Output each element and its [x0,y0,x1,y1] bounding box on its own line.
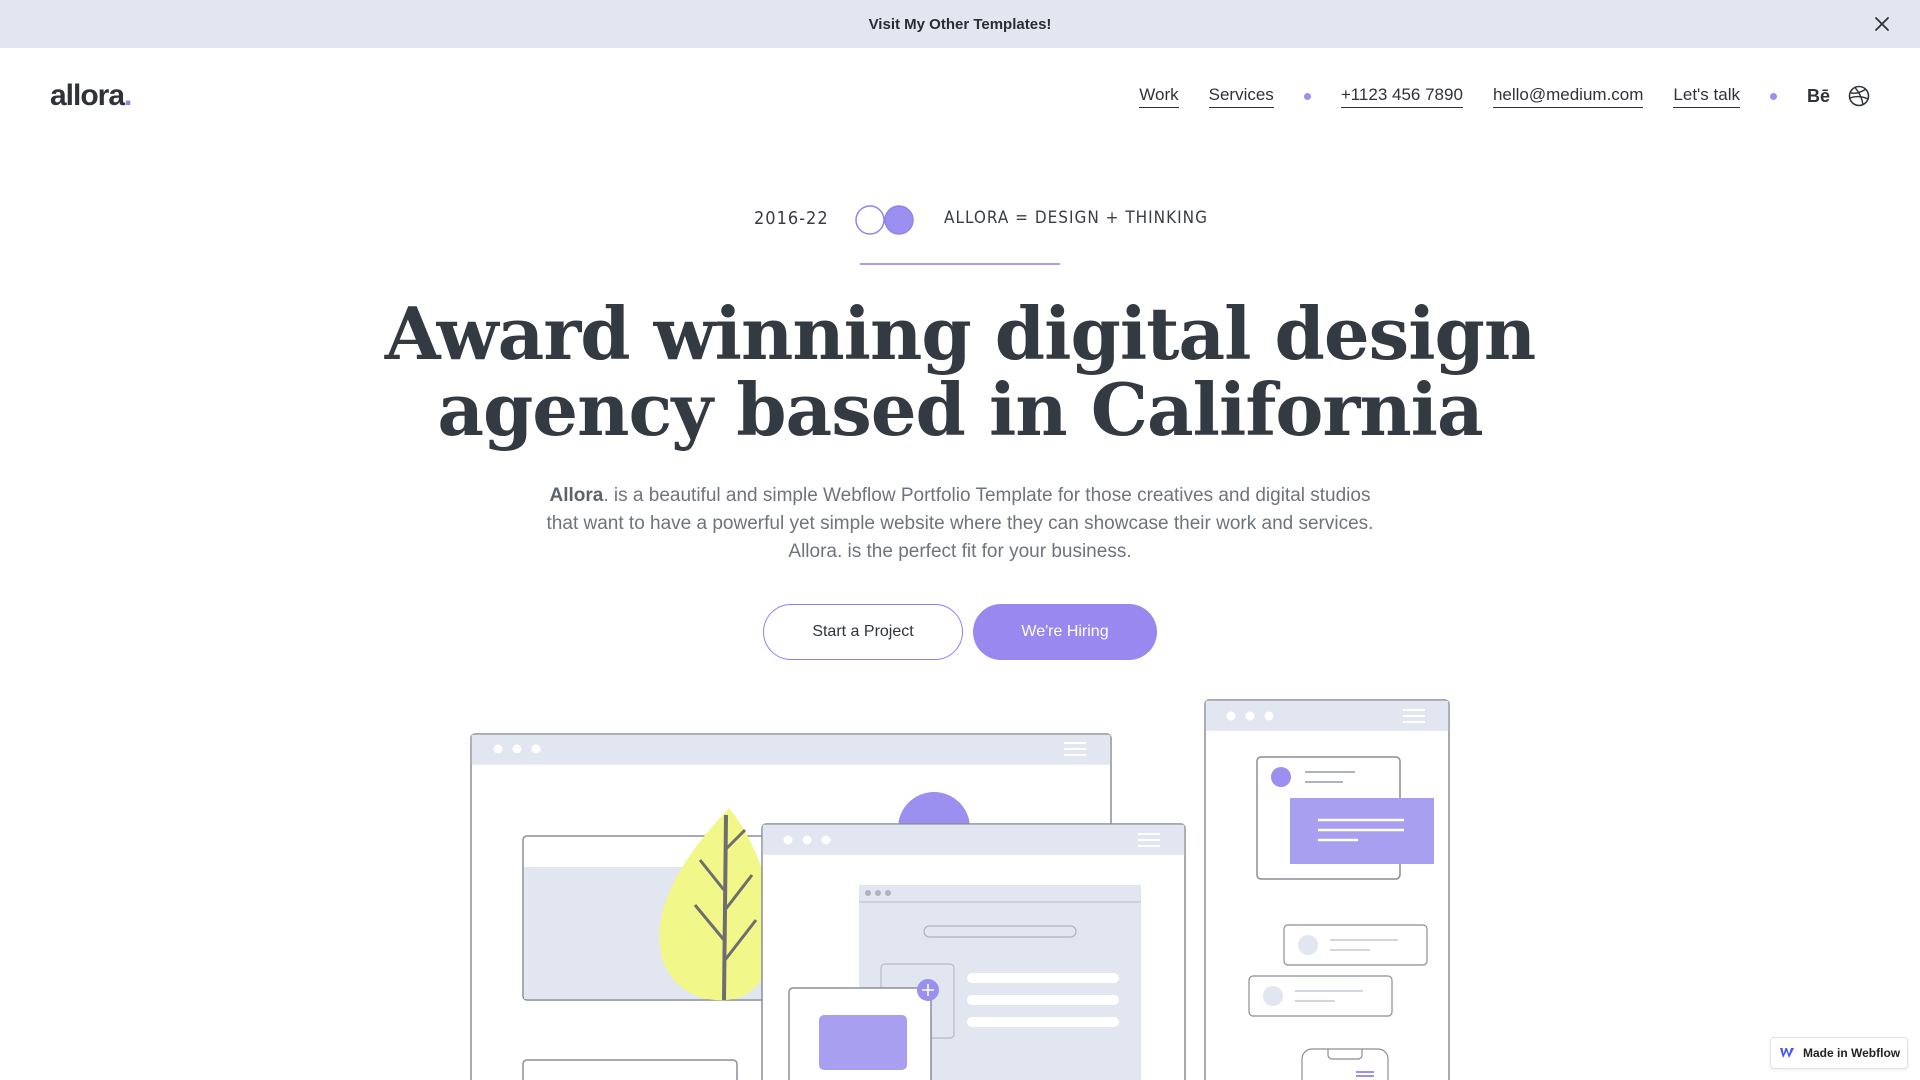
mobile-window-right [1204,699,1450,1080]
logo[interactable]: allora. [50,79,132,113]
logo-dot: . [124,79,132,112]
banner-link[interactable]: Visit My Other Templates! [869,16,1052,33]
navbar: allora. Work Services +1123 456 7890 hel… [0,48,1920,144]
nav-link-phone[interactable]: +1123 456 7890 [1340,85,1463,108]
close-icon[interactable] [1870,12,1894,36]
headline-line-2: agency based in California [437,367,1483,452]
nav-link-services[interactable]: Services [1208,85,1274,108]
headline-line-1: Award winning digital design [384,291,1537,376]
nav-link-lets-talk[interactable]: Let's talk [1673,85,1740,108]
page-title: Award winning digital design agency base… [360,296,1560,448]
nav-link-email[interactable]: hello@medium.com [1492,85,1644,108]
webflow-logo-icon [1780,1048,1794,1058]
nav-separator-dot [1303,92,1311,100]
nav-separator-dot [1769,92,1777,100]
announcement-banner: Visit My Other Templates! [0,0,1920,48]
year-range: 2016-22 [754,208,829,229]
behance-icon[interactable]: Bē [1807,86,1830,107]
divider [860,263,1060,265]
start-project-button[interactable]: Start a Project [763,604,963,660]
description-text: . is a beautiful and simple Webflow Port… [546,485,1374,562]
hero-illustration [470,699,1450,1080]
hiring-button[interactable]: We're Hiring [973,604,1157,660]
browser-window-middle [761,823,1186,1080]
tagline: ALLORA = DESIGN + THINKING [944,208,1208,228]
nav-links: Work Services +1123 456 7890 hello@mediu… [1139,81,1870,111]
made-in-webflow-badge[interactable]: Made in Webflow [1770,1037,1908,1069]
hero-meta: 2016-22 ALLORA = DESIGN + THINKING [0,200,1920,240]
toggle-circles-icon [855,205,914,235]
hero-description: Allora. is a beautiful and simple Webflo… [540,482,1380,566]
logo-text: allora [50,79,125,112]
dribbble-icon[interactable] [1848,85,1870,107]
brand-name: Allora [549,485,604,506]
nav-link-work[interactable]: Work [1139,85,1179,108]
badge-label: Made in Webflow [1803,1046,1901,1060]
